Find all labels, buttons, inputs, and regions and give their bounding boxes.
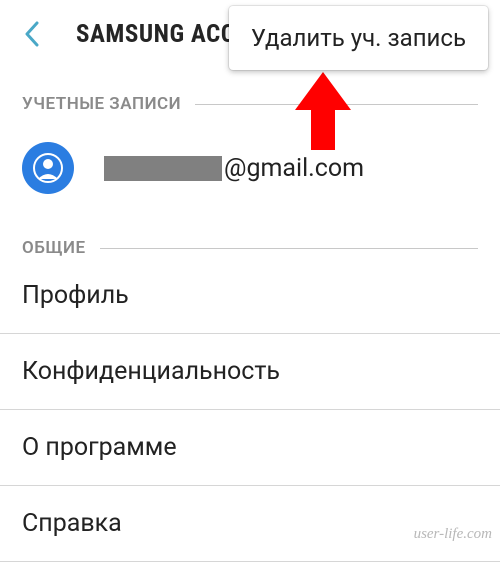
section-accounts-label: УЧЕТНЫЕ ЗАПИСИ (22, 94, 181, 114)
overflow-menu: Удалить уч. запись (229, 6, 488, 70)
section-accounts-header: УЧЕТНЫЕ ЗАПИСИ (0, 94, 500, 114)
section-general-header: ОБЩИЕ (0, 238, 500, 258)
back-button[interactable] (18, 20, 46, 48)
menu-item-privacy[interactable]: Конфиденциальность (0, 334, 500, 410)
watermark: user-life.com (414, 526, 492, 543)
email-domain: @gmail.com (224, 154, 364, 183)
redacted-text (104, 156, 222, 181)
menu-item-profile[interactable]: Профиль (0, 258, 500, 334)
account-row[interactable]: @gmail.com (0, 114, 500, 218)
account-email: @gmail.com (104, 154, 364, 183)
menu-item-about[interactable]: О программе (0, 410, 500, 486)
chevron-left-icon (24, 21, 40, 47)
section-general-label: ОБЩИЕ (22, 238, 86, 258)
divider (100, 248, 478, 249)
delete-account-menu-item[interactable]: Удалить уч. запись (251, 24, 466, 52)
annotation-arrow (293, 72, 353, 156)
account-avatar-icon (22, 142, 74, 194)
menu-item-help[interactable]: Справка (0, 486, 500, 562)
